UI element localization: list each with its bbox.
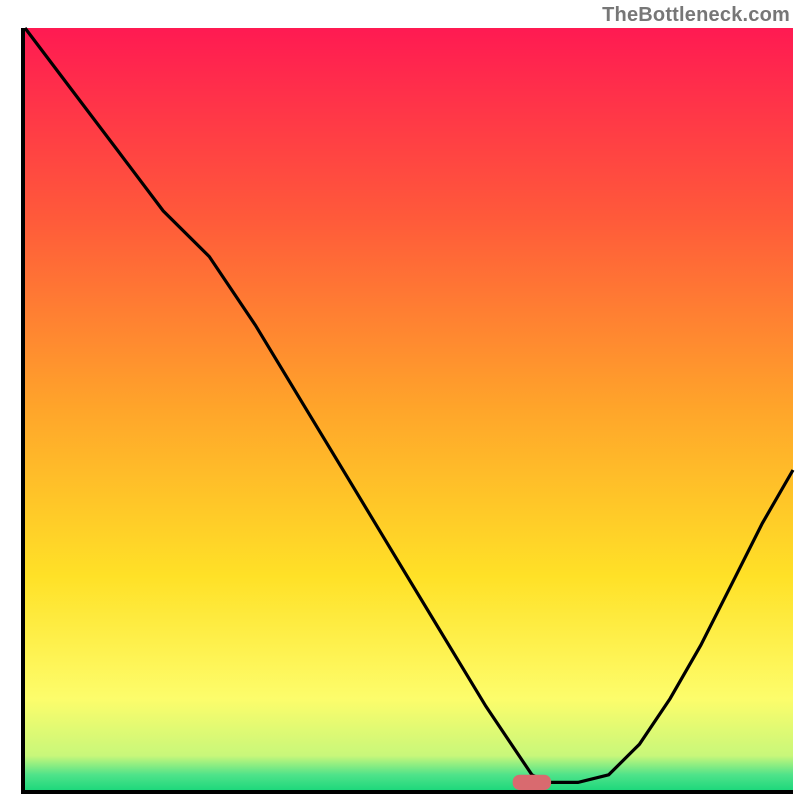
- chart-container: TheBottleneck.com: [0, 0, 800, 800]
- plot-background: [25, 28, 793, 790]
- watermark-text: TheBottleneck.com: [602, 4, 790, 27]
- bottleneck-chart: [0, 0, 800, 800]
- optimal-marker: [513, 775, 551, 790]
